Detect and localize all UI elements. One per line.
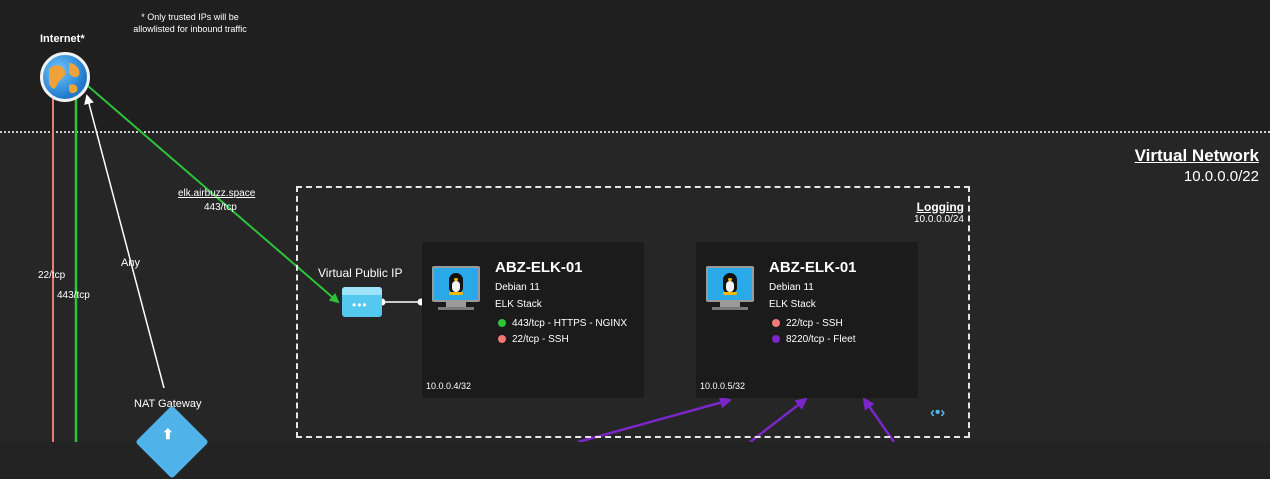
vm-os: Debian 11 bbox=[495, 282, 540, 293]
monitor-base bbox=[438, 307, 474, 310]
status-dot-red bbox=[772, 319, 780, 327]
vm-port-label: 8220/tcp - Fleet bbox=[786, 334, 856, 345]
monitor-icon bbox=[706, 266, 754, 302]
nat-arrow-icon: ⬆ bbox=[162, 426, 174, 442]
public-ip-label: Virtual Public IP bbox=[318, 266, 403, 280]
status-dot-purple bbox=[772, 335, 780, 343]
virtual-network-title: Virtual Network bbox=[1134, 146, 1259, 165]
public-ip-dots: ••• bbox=[352, 298, 368, 312]
vm-ip: 10.0.0.4/32 bbox=[426, 381, 472, 391]
linux-penguin-icon bbox=[449, 273, 463, 295]
virtual-network-cidr: 10.0.0.0/22 bbox=[1183, 168, 1259, 185]
vm-port-ssh: 22/tcp - SSH bbox=[498, 334, 569, 345]
globe-icon bbox=[40, 52, 90, 102]
vm-port-https: 443/tcp - HTTPS - NGINX bbox=[498, 318, 627, 329]
vm-ip: 10.0.0.5/32 bbox=[700, 381, 746, 391]
monitor-base bbox=[712, 307, 748, 310]
vm-port-label: 22/tcp - SSH bbox=[786, 318, 843, 329]
vm-card-elk-1: ABZ-ELK-01 Debian 11 ELK Stack 443/tcp -… bbox=[422, 242, 644, 398]
status-dot-red bbox=[498, 335, 506, 343]
monitor-icon bbox=[432, 266, 480, 302]
public-ip-icon: ••• bbox=[342, 287, 382, 317]
vm-name: ABZ-ELK-01 bbox=[495, 259, 583, 276]
nat-to-internet-line bbox=[84, 94, 165, 389]
status-dot-green bbox=[498, 319, 506, 327]
domain-port-label: 443/tcp bbox=[204, 202, 237, 213]
vm-role: ELK Stack bbox=[495, 299, 542, 310]
https-port-label: 443/tcp bbox=[57, 290, 90, 301]
linux-penguin-icon bbox=[723, 273, 737, 295]
subnet-cidr: 10.0.0.0/24 bbox=[913, 214, 964, 225]
subnet-name: Logging bbox=[916, 200, 964, 214]
vm-role: ELK Stack bbox=[769, 299, 816, 310]
vm-port-fleet: 8220/tcp - Fleet bbox=[772, 334, 855, 345]
vm-card-elk-2: ABZ-ELK-01 Debian 11 ELK Stack 22/tcp - … bbox=[696, 242, 918, 398]
ssh-port-label: 22/tcp bbox=[38, 270, 66, 281]
vm-name: ABZ-ELK-01 bbox=[769, 259, 857, 276]
virtual-network-icon: ‹•› bbox=[930, 404, 946, 421]
vm-port-ssh: 22/tcp - SSH bbox=[772, 318, 843, 329]
any-label: Any bbox=[121, 257, 140, 269]
internet-label: Internet* bbox=[40, 33, 85, 45]
vm-port-label: 443/tcp - HTTPS - NGINX bbox=[512, 318, 628, 329]
vm-os: Debian 11 bbox=[769, 282, 814, 293]
vm-port-label: 22/tcp - SSH bbox=[512, 334, 569, 345]
domain-label: elk.airbuzz.space bbox=[178, 188, 256, 199]
trusted-ip-note: * Only trusted IPs will be allowlisted f… bbox=[133, 12, 247, 34]
